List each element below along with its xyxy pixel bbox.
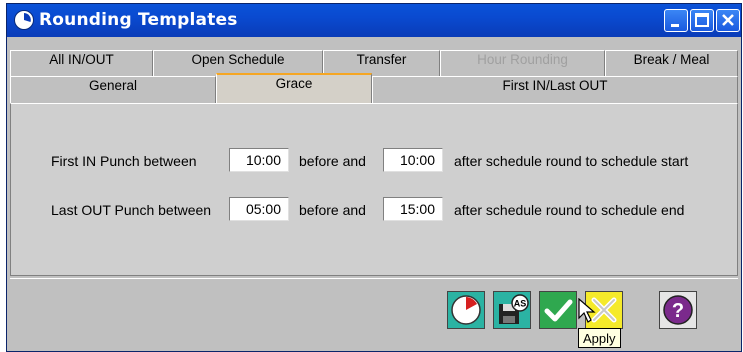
help-button[interactable]: ? bbox=[659, 291, 697, 329]
tab-label: First IN/Last OUT bbox=[502, 78, 608, 93]
tab-label: Grace bbox=[275, 76, 313, 91]
tab-strip: All IN/OUT Open Schedule Transfer Hour R… bbox=[10, 50, 738, 103]
tab-first-in-last-out[interactable]: First IN/Last OUT bbox=[372, 76, 738, 103]
clock-app-icon bbox=[14, 10, 34, 30]
tab-hour-rounding[interactable]: Hour Rounding bbox=[440, 50, 605, 76]
mouse-pointer-icon bbox=[578, 298, 596, 323]
save-as-badge: AS bbox=[514, 299, 527, 309]
tab-label: Open Schedule bbox=[191, 52, 285, 67]
first-in-after-text: after schedule round to schedule start bbox=[454, 153, 689, 169]
first-in-before-field[interactable]: 10:00 bbox=[229, 148, 289, 172]
tab-label: All IN/OUT bbox=[49, 52, 114, 67]
close-button[interactable] bbox=[716, 9, 740, 32]
button-bar: AS ? bbox=[10, 278, 738, 346]
tab-label: Break / Meal bbox=[633, 52, 710, 67]
clock-button[interactable] bbox=[447, 291, 485, 329]
tab-label: Transfer bbox=[356, 52, 407, 67]
first-in-before-text: before and bbox=[299, 153, 366, 169]
minimize-button[interactable] bbox=[664, 9, 688, 32]
save-as-icon: AS bbox=[499, 294, 529, 324]
first-in-label: First IN Punch between bbox=[51, 153, 197, 169]
last-out-after-field[interactable]: 15:00 bbox=[383, 197, 443, 221]
checkmark-icon bbox=[544, 299, 573, 322]
clock-icon bbox=[451, 295, 481, 325]
apply-tooltip: Apply bbox=[578, 328, 621, 348]
help-icon: ? bbox=[663, 295, 693, 325]
rounding-templates-window: Rounding Templates All IN/OUT Open Sched… bbox=[6, 3, 742, 352]
last-out-after-text: after schedule round to schedule end bbox=[454, 202, 685, 218]
maximize-button[interactable] bbox=[690, 9, 714, 32]
apply-button[interactable] bbox=[539, 291, 577, 329]
first-in-after-field[interactable]: 10:00 bbox=[383, 148, 443, 172]
tab-grace[interactable]: Grace bbox=[216, 73, 372, 103]
save-as-button[interactable]: AS bbox=[493, 291, 531, 329]
grace-panel: First IN Punch between 10:00 before and … bbox=[10, 103, 738, 276]
tab-label: General bbox=[88, 78, 138, 93]
window-title: Rounding Templates bbox=[39, 10, 238, 30]
tab-label: Hour Rounding bbox=[477, 52, 568, 67]
last-out-before-field[interactable]: 05:00 bbox=[229, 197, 289, 221]
help-symbol: ? bbox=[672, 300, 684, 322]
tab-all-in-out[interactable]: All IN/OUT bbox=[10, 50, 153, 76]
last-out-label: Last OUT Punch between bbox=[51, 202, 212, 218]
last-out-before-text: before and bbox=[299, 202, 366, 218]
tab-break-meal[interactable]: Break / Meal bbox=[605, 50, 738, 76]
tab-general[interactable]: General bbox=[10, 76, 216, 103]
title-bar[interactable]: Rounding Templates bbox=[7, 4, 741, 37]
